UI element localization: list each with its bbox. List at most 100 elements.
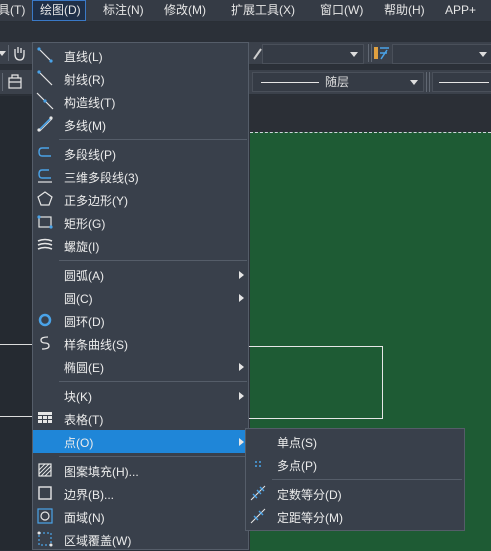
- menu-item-table[interactable]: 表格(T): [33, 407, 248, 430]
- line-sample: [261, 82, 319, 83]
- match-properties-icon[interactable]: [373, 45, 391, 61]
- menu-separator: [59, 456, 247, 457]
- menu-separator: [59, 139, 247, 140]
- menu-item-3d-polyline[interactable]: 三维多段线(3): [33, 165, 248, 188]
- menu-item-multiline[interactable]: 多线(M): [33, 113, 248, 136]
- menu-item-label: 图案填充(H)...: [64, 465, 139, 479]
- layer-lineweight-dropdown[interactable]: 随层: [252, 72, 424, 92]
- hatch-icon: [38, 463, 52, 477]
- menu-item-wipeout[interactable]: 区域覆盖(W): [33, 528, 248, 551]
- menu-item-label: 圆(C): [64, 292, 93, 306]
- drawing-line: [0, 344, 32, 345]
- rectangle-icon: [37, 215, 53, 229]
- submenu-item-divide[interactable]: 定数等分(D): [246, 482, 464, 505]
- menu-item-label: 螺旋(I): [64, 240, 100, 254]
- menu-item-label: 面域(N): [64, 511, 105, 525]
- pan-hand-icon[interactable]: [11, 45, 27, 61]
- toolbar-separator: [426, 72, 427, 92]
- point-submenu: 单点(S) 多点(P) 定数等分(D) 定距等分(M): [245, 428, 465, 531]
- style-dropdown[interactable]: [392, 44, 491, 64]
- lineweight-dropdown[interactable]: [432, 72, 491, 92]
- line-icon: [37, 47, 53, 63]
- menu-item-label: 块(K): [64, 390, 92, 404]
- left-panel: [0, 96, 32, 550]
- line-sample: [439, 82, 489, 83]
- menu-item-label: 多段线(P): [64, 148, 116, 162]
- menu-item-hatch[interactable]: 图案填充(H)...: [33, 459, 248, 482]
- boundary-icon: [38, 486, 52, 500]
- menu-item-label: 定距等分(M): [277, 511, 343, 525]
- ray-icon: [37, 70, 53, 86]
- donut-icon: [38, 313, 52, 327]
- menu-window[interactable]: 窗口(W): [320, 0, 363, 21]
- submenu-item-measure[interactable]: 定距等分(M): [246, 505, 464, 528]
- spline-icon: [40, 336, 50, 350]
- toolbar-separator: [368, 44, 369, 62]
- layer-label: 随层: [325, 75, 350, 89]
- menu-item-donut[interactable]: 圆环(D): [33, 309, 248, 332]
- drawn-rectangle: [248, 346, 383, 419]
- menu-item-label: 区域覆盖(W): [64, 534, 132, 548]
- wipeout-icon: [37, 531, 53, 547]
- menu-item-label: 多线(M): [64, 119, 106, 133]
- menu-draw[interactable]: 绘图(D): [32, 0, 86, 21]
- submenu-item-multiple-points[interactable]: 多点(P): [246, 453, 464, 476]
- region-icon: [37, 508, 53, 524]
- measure-icon: [250, 508, 266, 524]
- menu-item-block[interactable]: 块(K): [33, 384, 248, 407]
- menu-item-polygon[interactable]: 正多边形(Y): [33, 188, 248, 211]
- drawing-tab-strip: [250, 96, 491, 132]
- menu-tools[interactable]: 具(T): [0, 0, 25, 21]
- menu-help[interactable]: 帮助(H): [384, 0, 425, 21]
- submenu-arrow-icon: [239, 392, 244, 400]
- menu-separator: [59, 381, 247, 382]
- draw-menu: 直线(L) 射线(R) 构造线(T) 多线(M) 多段线(P) 三维多段线(3)…: [32, 42, 249, 550]
- menu-item-construction-line[interactable]: 构造线(T): [33, 90, 248, 113]
- menu-item-label: 椭圆(E): [64, 361, 104, 375]
- menu-item-label: 样条曲线(S): [64, 338, 128, 352]
- menu-item-ray[interactable]: 射线(R): [33, 67, 248, 90]
- menu-item-label: 表格(T): [64, 413, 104, 427]
- menu-item-boundary[interactable]: 边界(B)...: [33, 482, 248, 505]
- menu-separator: [272, 479, 462, 480]
- menu-item-region[interactable]: 面域(N): [33, 505, 248, 528]
- menu-modify[interactable]: 修改(M): [164, 0, 206, 21]
- menu-dimension[interactable]: 标注(N): [103, 0, 144, 21]
- menu-item-label: 多点(P): [277, 459, 317, 473]
- multiline-icon: [37, 116, 53, 132]
- submenu-arrow-icon: [239, 294, 244, 302]
- menu-item-circle[interactable]: 圆(C): [33, 286, 248, 309]
- polyline-icon: [38, 147, 51, 157]
- menu-item-label: 圆弧(A): [64, 269, 104, 283]
- drawing-line: [0, 416, 32, 417]
- menu-item-spline[interactable]: 样条曲线(S): [33, 332, 248, 355]
- menu-item-ellipse[interactable]: 椭圆(E): [33, 355, 248, 378]
- linetype-dropdown[interactable]: [262, 44, 364, 64]
- menu-item-point[interactable]: 点(O): [33, 430, 248, 453]
- menu-item-label: 定数等分(D): [277, 488, 342, 502]
- submenu-arrow-icon: [239, 363, 244, 371]
- submenu-item-single-point[interactable]: 单点(S): [246, 430, 464, 453]
- menu-app-plus[interactable]: APP+: [445, 0, 476, 21]
- toolbar-separator: [371, 44, 372, 62]
- menu-item-label: 三维多段线(3): [64, 171, 139, 185]
- menu-item-helix[interactable]: 螺旋(I): [33, 234, 248, 257]
- 3d-polyline-icon: [38, 169, 52, 183]
- menu-item-arc[interactable]: 圆弧(A): [33, 263, 248, 286]
- menu-item-line[interactable]: 直线(L): [33, 44, 248, 67]
- table-icon: [38, 412, 52, 423]
- menu-separator: [59, 260, 247, 261]
- toolbar-separator: [2, 73, 3, 91]
- menubar: 具(T) 绘图(D) 标注(N) 修改(M) 扩展工具(X) 窗口(W) 帮助(…: [0, 0, 491, 22]
- menu-item-label: 单点(S): [277, 436, 317, 450]
- menu-item-label: 直线(L): [64, 50, 103, 64]
- layer-manager-icon[interactable]: [6, 74, 24, 90]
- dropdown-stub[interactable]: [0, 46, 6, 60]
- polygon-icon: [37, 191, 53, 206]
- menu-item-polyline[interactable]: 多段线(P): [33, 142, 248, 165]
- toolbar-separator: [8, 45, 9, 61]
- helix-icon: [37, 238, 53, 250]
- menu-item-rectangle[interactable]: 矩形(G): [33, 211, 248, 234]
- menu-extension-tools[interactable]: 扩展工具(X): [231, 0, 295, 21]
- multiple-points-icon: [255, 461, 261, 467]
